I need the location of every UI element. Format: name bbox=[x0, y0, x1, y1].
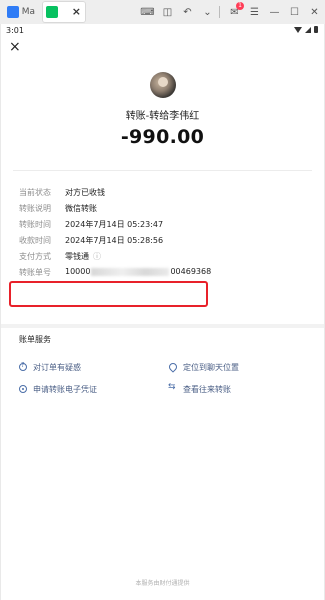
question-icon bbox=[19, 361, 27, 371]
divider bbox=[13, 170, 312, 171]
document-icon bbox=[19, 385, 27, 393]
service-e-receipt[interactable]: 申请转账电子凭证 bbox=[19, 383, 97, 395]
section-separator bbox=[1, 324, 324, 328]
footer-note: 本服务由财付通提供 bbox=[135, 580, 190, 587]
avatar bbox=[150, 72, 176, 98]
highlight-box bbox=[9, 281, 208, 307]
detail-label: 收款时间 bbox=[19, 236, 51, 245]
battery-icon bbox=[314, 26, 318, 33]
service-label: 申请转账电子凭证 bbox=[33, 384, 97, 394]
detail-label: 转账说明 bbox=[19, 204, 51, 213]
detail-row-status: 当前状态 对方已收钱 bbox=[1, 187, 324, 199]
chevron-down-icon[interactable]: ⌄ bbox=[199, 3, 216, 21]
wechat-icon bbox=[46, 6, 58, 18]
close-button[interactable]: × bbox=[9, 40, 23, 54]
transfer-number-suffix: 00469368 bbox=[170, 267, 212, 276]
status-time: 3:01 bbox=[6, 26, 24, 35]
detail-row-payment-method: 支付方式 零钱通 bbox=[1, 251, 324, 263]
status-bar: 3:01 bbox=[1, 24, 324, 38]
service-order-question[interactable]: 对订单有疑惑 bbox=[19, 361, 81, 373]
window-controls: ⌨ ◫ ↶ ⌄ ✉ 1 ☰ — ☐ ✕ bbox=[136, 0, 323, 24]
menu-icon[interactable]: ☰ bbox=[246, 3, 263, 21]
detail-label: 转账单号 bbox=[19, 268, 51, 277]
detail-row-note: 转账说明 微信转账 bbox=[1, 203, 324, 215]
detail-value: 2024年7月14日 05:23:47 bbox=[65, 220, 164, 229]
emulator-toolbar: Ma × ⌨ ◫ ↶ ⌄ ✉ 1 ☰ — ☐ ✕ bbox=[0, 0, 325, 24]
keyboard-icon[interactable]: ⌨ bbox=[139, 3, 156, 21]
close-icon[interactable]: ✕ bbox=[306, 3, 323, 21]
location-icon bbox=[167, 361, 179, 373]
maximize-icon[interactable]: ☐ bbox=[286, 3, 303, 21]
app-frame: Ma × ⌨ ◫ ↶ ⌄ ✉ 1 ☰ — ☐ ✕ 3:01 × 转账-转给李伟红… bbox=[0, 0, 325, 600]
toolbar-divider bbox=[219, 6, 220, 18]
service-label: 定位到聊天位置 bbox=[183, 362, 239, 372]
minimize-icon[interactable]: — bbox=[266, 3, 283, 21]
transfer-number: 10000 00469368 bbox=[65, 267, 211, 276]
payment-amount: -990.00 bbox=[120, 126, 205, 148]
notification-badge: 1 bbox=[236, 2, 244, 10]
detail-row-received-time: 收款时间 2024年7月14日 05:28:56 bbox=[1, 235, 324, 247]
emulator-tab-1[interactable]: Ma bbox=[3, 1, 39, 23]
detail-value: 对方已收钱 bbox=[65, 188, 105, 197]
detail-label: 转账时间 bbox=[19, 220, 51, 229]
wifi-icon bbox=[294, 26, 302, 33]
payment-title: 转账-转给李伟红 bbox=[125, 111, 200, 122]
detail-value: 2024年7月14日 05:28:56 bbox=[65, 236, 164, 245]
service-label: 对订单有疑惑 bbox=[33, 362, 81, 372]
redacted-block bbox=[91, 267, 170, 276]
transfer-number-prefix: 10000 bbox=[65, 267, 91, 276]
signal-icon bbox=[305, 26, 311, 33]
detail-value: 微信转账 bbox=[65, 204, 97, 213]
detail-row-transfer-number: 转账单号 10000 00469368 bbox=[1, 267, 324, 279]
service-view-transfers[interactable]: 查看往来转账 bbox=[168, 382, 231, 395]
app-grid-icon bbox=[7, 6, 19, 18]
screenshot-icon[interactable]: ◫ bbox=[159, 3, 176, 21]
undo-icon[interactable]: ↶ bbox=[179, 3, 196, 21]
emulator-tab-1-label: Ma bbox=[21, 7, 35, 17]
detail-row-transfer-time: 转账时间 2024年7月14日 05:23:47 bbox=[1, 219, 324, 231]
detail-value: 零钱通 bbox=[65, 251, 101, 262]
services-title: 账单服务 bbox=[19, 335, 51, 344]
status-icons bbox=[294, 26, 318, 33]
detail-label: 当前状态 bbox=[19, 188, 51, 197]
emulator-tab-2[interactable]: × bbox=[42, 1, 86, 23]
service-locate-chat[interactable]: 定位到聊天位置 bbox=[167, 361, 239, 373]
mail-icon[interactable]: ✉ 1 bbox=[226, 2, 244, 21]
tab-close-icon[interactable]: × bbox=[72, 5, 81, 18]
phone-screen: 3:01 × 转账-转给李伟红 -990.00 当前状态 对方已收钱 转账说明 … bbox=[1, 24, 324, 600]
swap-icon bbox=[168, 382, 177, 393]
service-label: 查看往来转账 bbox=[183, 384, 231, 394]
detail-label: 支付方式 bbox=[19, 252, 51, 261]
